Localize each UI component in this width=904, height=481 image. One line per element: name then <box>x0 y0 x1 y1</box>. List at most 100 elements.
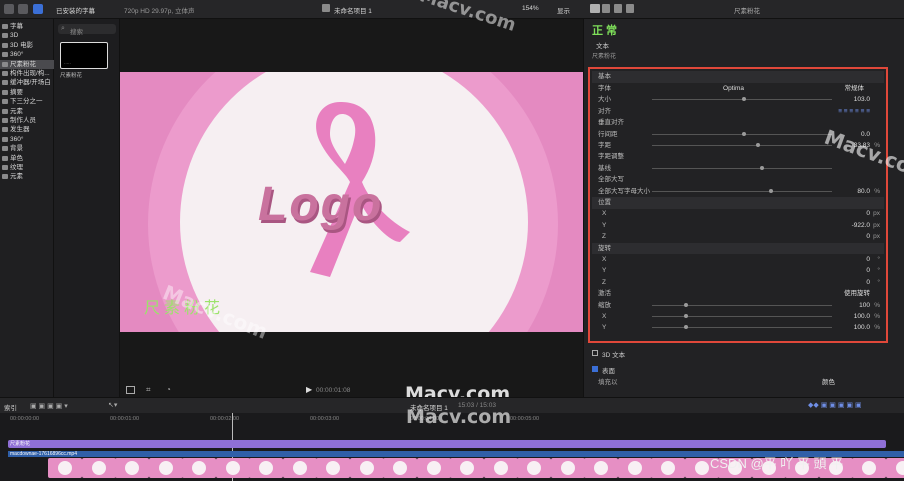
alignment-icons[interactable]: ≡ ≡ ≡ ≡ ≡ ≡ <box>838 106 870 118</box>
sidebar-item[interactable]: 3D 电影 <box>0 41 54 50</box>
speed-icon[interactable]: ◔ <box>166 385 171 394</box>
play-icon[interactable]: ▶ <box>306 385 312 394</box>
sidebar-item[interactable]: 摘要 <box>0 88 54 97</box>
inspector-row[interactable]: X 0 px <box>592 208 884 220</box>
slider-knob[interactable] <box>769 188 773 193</box>
row-value[interactable]: 0 <box>866 277 870 289</box>
row-value[interactable]: 0 <box>866 208 870 220</box>
row-value[interactable]: 100.0 <box>854 322 870 334</box>
row-value[interactable]: 100.0 <box>854 311 870 323</box>
value-slider[interactable] <box>652 165 832 170</box>
inspector-row[interactable]: 位置 <box>592 197 884 209</box>
inspector-row[interactable]: 全部大写字母大小 80.0% <box>592 186 884 198</box>
inspector-row[interactable]: 全部大写 <box>592 174 884 186</box>
slider-knob[interactable] <box>684 314 689 318</box>
font-dropdown[interactable]: Optima <box>723 83 744 95</box>
timeline-right-tools[interactable]: ◆◆ ▣ ▣ ▣ ▣ ▣ <box>808 401 862 409</box>
title-thumbnail[interactable]: ..... <box>60 42 108 69</box>
value-slider[interactable] <box>652 302 832 307</box>
sidebar-item[interactable]: 元素 <box>0 107 54 116</box>
row-value[interactable]: 0 <box>866 231 870 243</box>
value-slider[interactable] <box>652 325 832 330</box>
inspector-video-icon[interactable] <box>614 4 622 13</box>
sidebar-item[interactable]: 单色 <box>0 154 54 163</box>
row-label: 行间距 <box>598 130 618 138</box>
sidebar-item[interactable]: 下三分之一 <box>0 97 54 106</box>
row-value[interactable]: 0 <box>866 254 870 266</box>
basic-header[interactable]: 基本 <box>592 71 884 83</box>
value-slider[interactable] <box>652 188 832 193</box>
sidebar-item[interactable]: 3D <box>0 31 54 40</box>
value-slider[interactable] <box>652 97 832 102</box>
slider-knob[interactable] <box>684 325 689 330</box>
inspector-title-icon[interactable] <box>590 4 600 13</box>
row-unit: ° <box>877 267 880 275</box>
row-value[interactable]: 100 <box>859 300 870 312</box>
surface-checkbox[interactable] <box>592 366 598 372</box>
slider-knob[interactable] <box>684 302 689 307</box>
inspector-row[interactable]: 旋转 <box>592 242 884 255</box>
row-value[interactable]: 103.0 <box>854 94 870 106</box>
row-value[interactable]: -922.0 <box>852 220 870 232</box>
slider-knob[interactable] <box>760 165 764 170</box>
inspector-row[interactable]: X 0 ° <box>592 254 884 266</box>
search-field[interactable]: ⌕ 搜索 <box>58 24 116 36</box>
value-slider[interactable] <box>652 131 832 136</box>
sidebar-item[interactable]: 制作人员 <box>0 116 54 125</box>
library-dropdown[interactable]: 已安装的字幕 <box>56 5 95 15</box>
inspector-row[interactable]: 大小 103.0 <box>592 94 884 106</box>
sidebar-item[interactable]: 360° <box>0 50 54 59</box>
inspector-row[interactable]: 垂直对齐 <box>592 117 884 129</box>
select-tool-icon[interactable]: ↖▾ <box>108 401 117 409</box>
inspector-row[interactable]: Z 0 ° <box>592 277 884 289</box>
inspector-row[interactable]: Y 0 ° <box>592 265 884 277</box>
value-slider[interactable] <box>652 314 832 318</box>
category-icon <box>2 89 8 95</box>
library-icon[interactable] <box>4 4 14 14</box>
row-value[interactable]: 使用旋转 <box>844 288 870 300</box>
inspector-row[interactable]: 基线 <box>592 163 884 175</box>
inspector-row[interactable]: 对齐 ≡ ≡ ≡ ≡ ≡ ≡ <box>592 106 884 118</box>
zoom-dropdown[interactable]: 154% <box>522 5 539 12</box>
crop-icon[interactable]: ⌗ <box>146 385 151 395</box>
inspector-row[interactable]: Z 0 px <box>592 231 884 243</box>
sidebar-item[interactable]: 字幕 <box>0 22 54 31</box>
transform-icon[interactable] <box>126 386 135 394</box>
sidebar-item[interactable]: 发生器 <box>0 125 54 134</box>
timeline-tools[interactable]: ▣ ▣ ▣ ▣ ▾ <box>30 402 68 410</box>
style-dropdown[interactable]: 常规体 <box>845 83 865 95</box>
slider-knob[interactable] <box>756 143 761 147</box>
display-dropdown[interactable]: 显示 <box>557 5 570 15</box>
csdn-watermark: CSDN @平 吖 平 頭 平 <box>710 456 844 471</box>
inspector-row[interactable]: Y -922.0 px <box>592 220 884 232</box>
inspector-row[interactable]: Y 100.0% <box>592 322 884 334</box>
row-value[interactable]: 80.0 <box>857 186 870 198</box>
category-icon <box>2 33 8 39</box>
inspector-text-icon[interactable] <box>602 4 610 13</box>
text-value[interactable]: 尺素粉花 <box>592 51 616 60</box>
row-value[interactable]: 0 <box>866 265 870 277</box>
inspector-row[interactable]: 缩放 100% <box>592 300 884 312</box>
photos-icon[interactable] <box>18 4 28 14</box>
inspector-row[interactable]: X 100.0% <box>592 311 884 323</box>
sidebar-item[interactable]: 缓冲器/开场白 <box>0 78 54 87</box>
inspector-row[interactable]: 激活 使用旋转 <box>592 288 884 300</box>
sidebar-item[interactable]: 构件出现/构... <box>0 69 54 78</box>
value-slider[interactable] <box>652 143 832 147</box>
text3d-checkbox[interactable] <box>592 350 598 356</box>
inspector-row[interactable]: 字体 Optima 常规体 <box>592 83 884 95</box>
row-label: X <box>602 256 607 263</box>
filmstrip-frame <box>450 458 484 478</box>
inspector-info-icon[interactable] <box>626 4 634 13</box>
sidebar-item[interactable]: 360° <box>0 135 54 144</box>
titles-icon[interactable] <box>33 4 43 14</box>
fill-value[interactable]: 颜色 <box>822 376 835 386</box>
slider-knob[interactable] <box>742 97 746 102</box>
sidebar-item[interactable]: 尺素粉花 <box>0 59 54 69</box>
index-button[interactable]: 索引 <box>4 402 17 412</box>
sidebar-item[interactable]: 纹理 <box>0 163 54 172</box>
sidebar-item[interactable]: 元素 <box>0 172 54 181</box>
slider-knob[interactable] <box>742 131 746 136</box>
title-clip[interactable]: 尺素粉花 <box>8 440 886 448</box>
sidebar-item[interactable]: 背景 <box>0 144 54 153</box>
